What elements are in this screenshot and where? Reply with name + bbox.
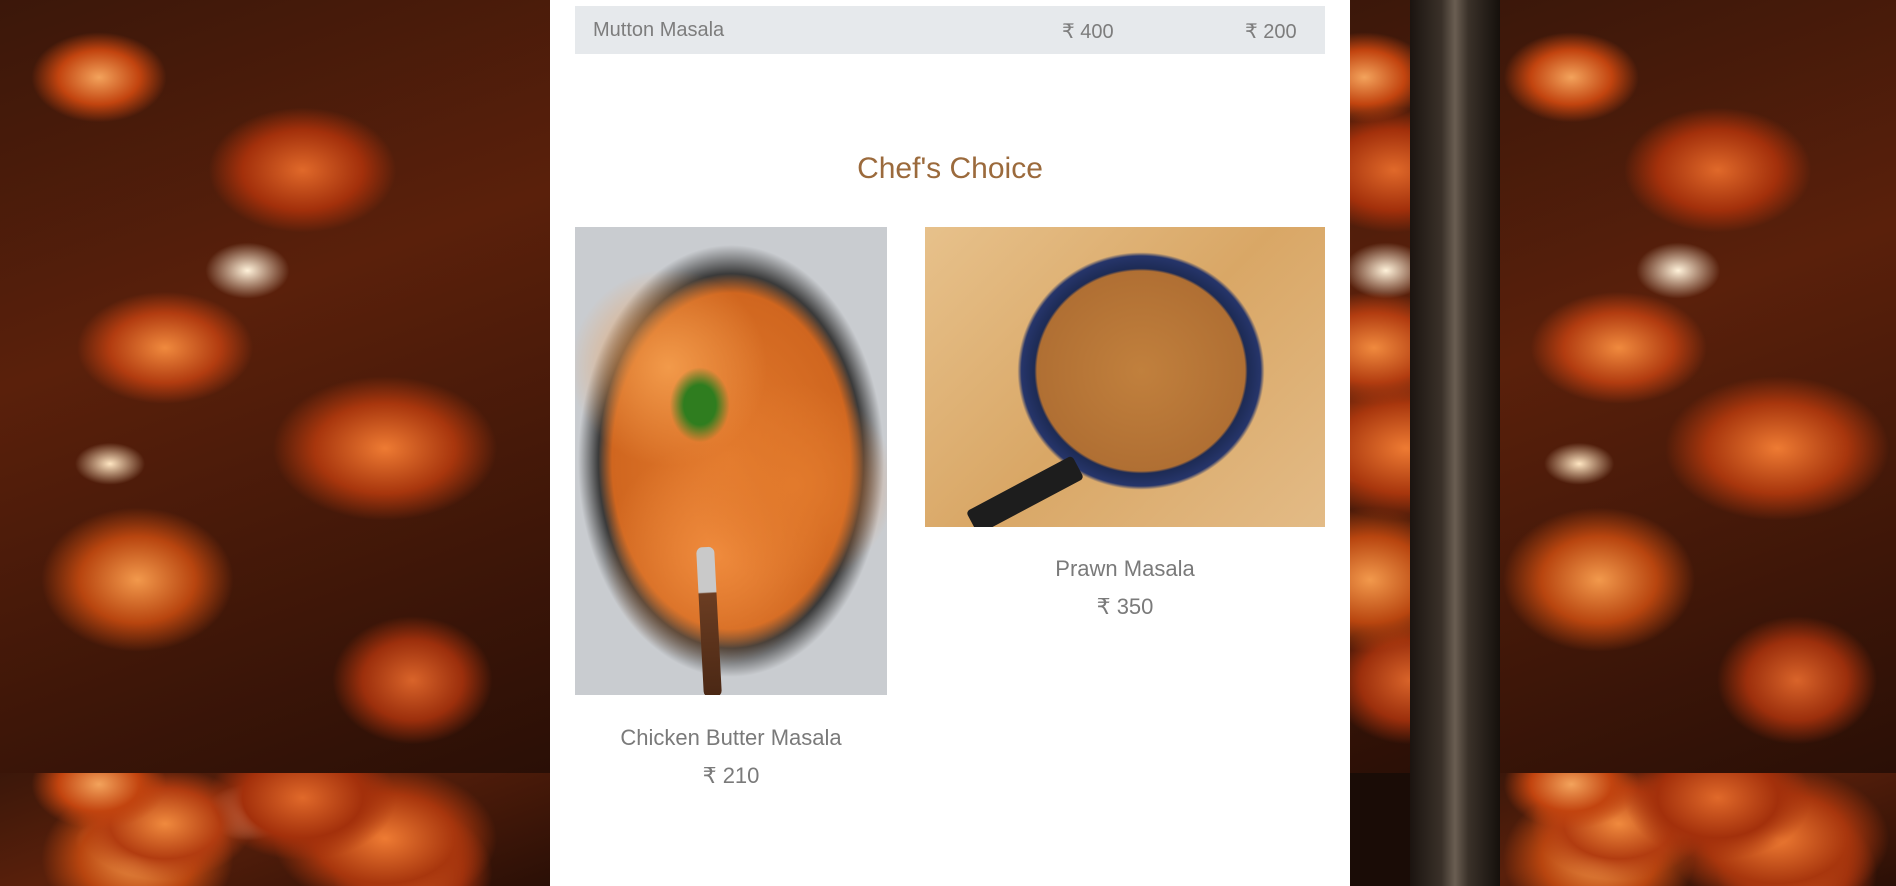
menu-row: Mutton Masala ₹ 400 ₹ 200 bbox=[575, 6, 1325, 54]
dish-card: Prawn Masala ₹ 350 bbox=[925, 556, 1325, 620]
background-food-image bbox=[1500, 0, 1896, 773]
background-food-image bbox=[0, 0, 550, 773]
dish-price: ₹ 350 bbox=[1096, 594, 1154, 619]
dish-name: Prawn Masala bbox=[1055, 556, 1195, 581]
chicken-butter-masala-image[interactable] bbox=[575, 227, 887, 695]
background-food-image bbox=[0, 773, 550, 886]
background-pan-edge bbox=[1410, 0, 1500, 886]
background-food-image bbox=[1500, 773, 1896, 886]
dish-card: Chicken Butter Masala ₹ 210 bbox=[575, 725, 887, 789]
menu-item-price-full: ₹ 400 bbox=[1062, 21, 1114, 43]
fork-decoration bbox=[696, 546, 722, 695]
section-title: Chef's Choice bbox=[857, 152, 1043, 185]
menu-content-panel: Mutton Masala ₹ 400 ₹ 200 Chef's Choice … bbox=[550, 0, 1350, 886]
menu-item-price-half: ₹ 200 bbox=[1245, 21, 1297, 43]
menu-item-name: Mutton Masala bbox=[593, 19, 725, 41]
dish-name: Chicken Butter Masala bbox=[620, 725, 842, 750]
prawn-masala-image[interactable] bbox=[925, 227, 1325, 527]
dish-price: ₹ 210 bbox=[702, 763, 760, 788]
pan-handle-decoration bbox=[965, 455, 1085, 527]
